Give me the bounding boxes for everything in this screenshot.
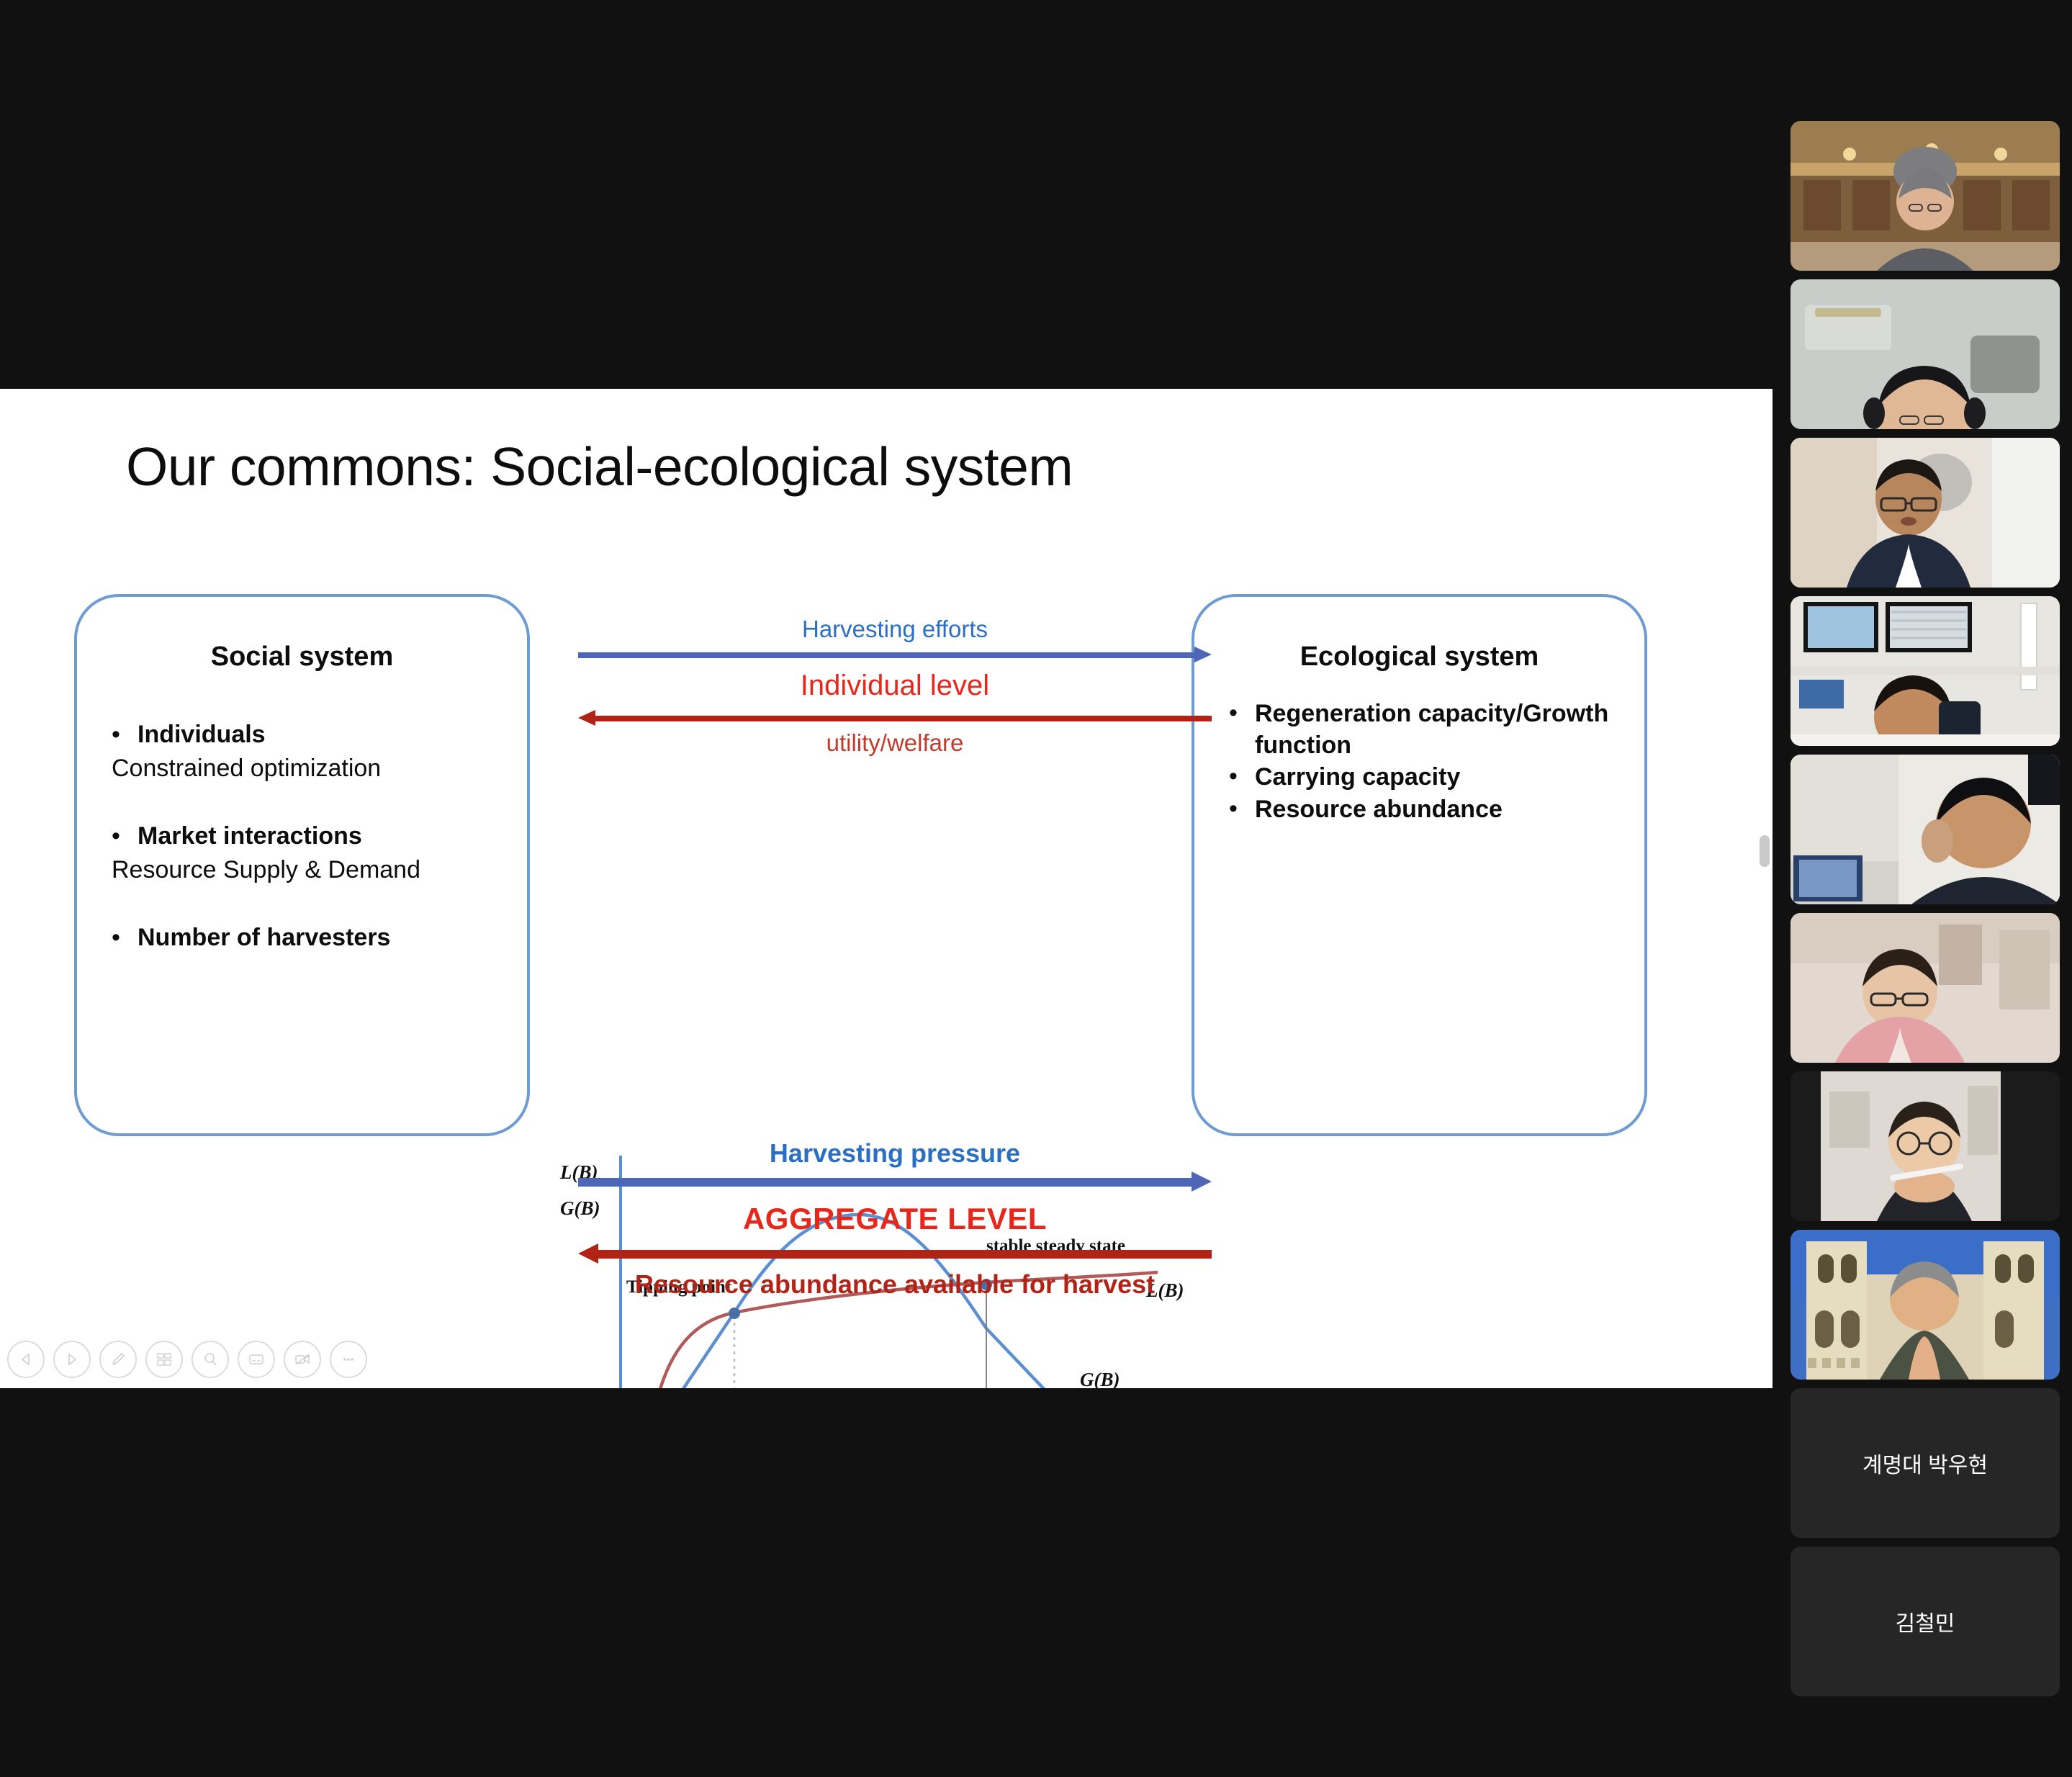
aggregate-level-block: Harvesting pressure AGGREGATE LEVEL Reso…: [578, 1139, 1212, 1298]
bullet-marker: •: [112, 721, 120, 748]
ecological-system-heading: Ecological system: [1299, 642, 1539, 672]
ecological-system-panel: Ecological system • Regeneration capacit…: [1192, 594, 1647, 1136]
harvesting-efforts-label: Harvesting efforts: [801, 616, 988, 642]
video-feed: [1791, 438, 2060, 588]
bullet-marker: •: [1229, 762, 1238, 791]
participant-tile[interactable]: [1791, 121, 2060, 271]
next-slide-icon[interactable]: [53, 1341, 91, 1378]
participant-name-card[interactable]: 계명대 박우현: [1791, 1388, 2060, 1538]
aggregate-level-label: AGGREGATE LEVEL: [742, 1201, 1048, 1236]
pen-icon[interactable]: [99, 1341, 137, 1378]
slide-layout-icon[interactable]: [145, 1341, 183, 1378]
video-feed: [1791, 1230, 2060, 1380]
zoom-search-icon[interactable]: [192, 1341, 229, 1378]
participant-name: 김철민: [1895, 1612, 1955, 1636]
bullet-marker: •: [112, 924, 120, 951]
participant-tile[interactable]: [1791, 913, 2060, 1063]
participant-tile[interactable]: [1791, 1071, 2060, 1221]
meeting-window: Our commons: Social-ecological system So…: [0, 0, 2072, 1777]
video-feed: [1791, 913, 2060, 1063]
bullet-title: Regeneration capacity/Growth function: [1255, 700, 1609, 760]
list-item: • Resource abundance: [1223, 793, 1630, 825]
participant-tile[interactable]: [1791, 596, 2060, 746]
participant-tile[interactable]: [1791, 279, 2060, 429]
list-item: • Individuals Constrained optimization: [106, 719, 513, 783]
video-feed: [1791, 596, 2060, 746]
social-system-panel: Social system • Individuals Constrained …: [74, 594, 530, 1136]
participant-rail[interactable]: 계명대 박우현 김철민: [1778, 0, 2072, 1777]
bullet-marker: •: [1229, 699, 1238, 726]
video-feed: [1791, 1071, 2060, 1221]
previous-slide-icon[interactable]: [7, 1341, 45, 1378]
participant-tile-active-speaker[interactable]: [1791, 438, 2060, 588]
bullet-title: Individuals: [138, 721, 266, 748]
harvesting-pressure-arrow: [578, 1171, 1212, 1192]
participant-tile[interactable]: [1791, 1230, 2060, 1380]
harvesting-efforts-arrow: [578, 647, 1212, 663]
harvesting-pressure-label: Harvesting pressure: [769, 1138, 1021, 1168]
more-options-icon[interactable]: [330, 1341, 367, 1378]
presentation-slide[interactable]: Our commons: Social-ecological system So…: [0, 389, 1773, 1388]
bullet-title: Number of harvesters: [138, 924, 391, 951]
shared-screen-stage: Our commons: Social-ecological system So…: [0, 0, 1778, 1777]
utility-welfare-arrow: [578, 710, 1212, 726]
individual-level-block: Harvesting efforts Individual level util…: [578, 616, 1212, 757]
social-system-bullets: • Individuals Constrained optimization •…: [106, 719, 513, 953]
list-item: • Carrying capacity: [1223, 761, 1630, 793]
captions-icon[interactable]: [238, 1341, 275, 1378]
list-item: • Market interactions Resource Supply & …: [106, 821, 513, 885]
social-system-heading: Social system: [210, 642, 394, 672]
participant-name-card[interactable]: 김철민: [1791, 1547, 2060, 1696]
utility-welfare-label: utility/welfare: [826, 729, 964, 757]
bullet-title: Market interactions: [138, 822, 362, 850]
bullet-title: Carrying capacity: [1255, 763, 1461, 791]
slide-scrollbar-thumb[interactable]: [1760, 835, 1770, 867]
ecological-system-bullets: • Regeneration capacity/Growth function …: [1223, 698, 1630, 825]
list-item: • Regeneration capacity/Growth function: [1223, 698, 1630, 761]
video-feed: [1791, 755, 2060, 904]
participant-name: 계명대 박우현: [1862, 1454, 1988, 1477]
participant-tile[interactable]: [1791, 755, 2060, 904]
list-item: • Number of harvesters: [106, 922, 513, 953]
resource-abundance-arrow: [578, 1243, 1212, 1264]
camera-off-icon[interactable]: [284, 1341, 321, 1378]
video-feed: [1791, 279, 2060, 429]
video-feed: [1791, 121, 2060, 271]
page-title: Our commons: Social-ecological system: [126, 436, 1073, 497]
slide-toolbar[interactable]: [7, 1341, 367, 1378]
svg-text:G(B): G(B): [1080, 1369, 1120, 1388]
bullet-subtext: Resource Supply & Demand: [112, 855, 421, 883]
individual-level-label: Individual level: [800, 670, 990, 702]
bullet-title: Resource abundance: [1255, 795, 1503, 823]
bullet-subtext: Constrained optimization: [112, 754, 382, 782]
bullet-marker: •: [1229, 794, 1238, 822]
resource-abundance-label: Resource abundance available for harvest: [634, 1269, 1156, 1299]
bullet-marker: •: [112, 822, 120, 850]
